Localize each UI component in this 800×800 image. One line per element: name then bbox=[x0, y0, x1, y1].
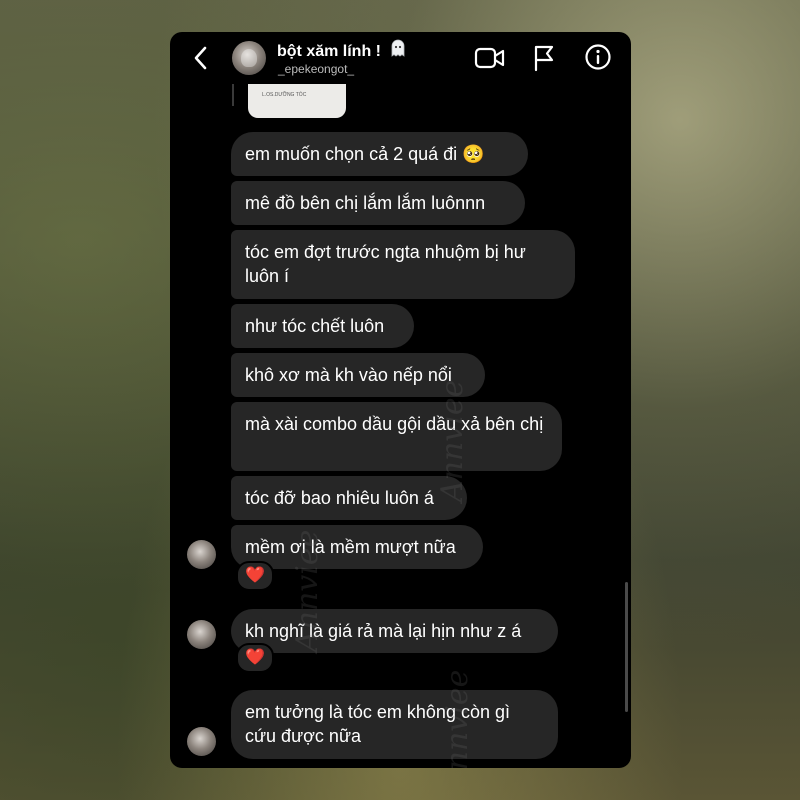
message-bubble[interactable]: như tóc chết luôn bbox=[231, 304, 414, 348]
message-bubble[interactable]: mà xài combo dầu gội dầu xả bên chị bbox=[231, 402, 562, 471]
video-call-icon[interactable] bbox=[474, 46, 506, 70]
message-text: tóc đỡ bao nhiêu luôn á bbox=[245, 488, 434, 508]
heart-reaction-icon[interactable]: ❤️ bbox=[236, 643, 274, 673]
message-bubble[interactable]: em muốn chọn cả 2 quá đi 🥺 bbox=[231, 132, 528, 176]
ghost-emoji-icon bbox=[392, 39, 405, 57]
flag-icon[interactable] bbox=[532, 44, 556, 72]
sender-avatar[interactable] bbox=[187, 620, 216, 649]
back-arrow-icon[interactable] bbox=[190, 44, 212, 72]
message-text: mềm ơi là mềm mượt nữa bbox=[245, 537, 456, 557]
info-icon[interactable] bbox=[584, 43, 612, 71]
message-bubble[interactable]: khô xơ mà kh vào nếp nổi bbox=[231, 353, 485, 397]
chat-header: bột xăm lính ! _epekeongot_ bbox=[170, 32, 631, 84]
shared-image-caption: L.OS.DƯỠNG TÓC bbox=[262, 92, 307, 98]
sender-avatar[interactable] bbox=[187, 727, 216, 756]
message-bubble[interactable]: em tưởng là tóc em không còn gì cứu được… bbox=[231, 690, 558, 759]
message-text: như tóc chết luôn bbox=[245, 316, 385, 336]
message-bubble[interactable]: mê đồ bên chị lắm lắm luônnn bbox=[231, 181, 525, 225]
message-text: em tưởng là tóc em không còn gì cứu được… bbox=[245, 702, 510, 746]
message-text: mà xài combo dầu gội dầu xả bên chị bbox=[245, 414, 544, 434]
reply-thread-line bbox=[232, 84, 234, 106]
chat-window: bột xăm lính ! _epekeongot_ L.OS.DƯỠNG T… bbox=[170, 32, 631, 768]
message-text: khô xơ mà kh vào nếp nổi bbox=[245, 365, 452, 385]
sender-avatar[interactable] bbox=[187, 540, 216, 569]
message-text: em muốn chọn cả 2 quá đi 🥺 bbox=[245, 144, 485, 164]
contact-name-text: bột xăm lính ! bbox=[277, 43, 381, 60]
scrollbar[interactable] bbox=[625, 582, 628, 712]
heart-reaction-icon[interactable]: ❤️ bbox=[236, 561, 274, 591]
contact-name[interactable]: bột xăm lính ! bbox=[277, 38, 408, 61]
message-bubble[interactable]: tóc em đợt trước ngta nhuộm bị hư luôn í bbox=[231, 230, 575, 299]
contact-avatar[interactable] bbox=[232, 41, 266, 75]
message-bubble[interactable]: tóc đỡ bao nhiêu luôn á bbox=[231, 476, 467, 520]
contact-username: _epekeongot_ bbox=[278, 62, 355, 76]
message-bubble[interactable]: kh nghĩ là giá rả mà lại hịn như z á bbox=[231, 609, 558, 653]
message-bubble[interactable]: mềm ơi là mềm mượt nữa bbox=[231, 525, 483, 569]
message-text: mê đồ bên chị lắm lắm luônnn bbox=[245, 193, 486, 213]
shared-image-preview[interactable]: L.OS.DƯỠNG TÓC bbox=[248, 84, 346, 118]
message-text: tóc em đợt trước ngta nhuộm bị hư luôn í bbox=[245, 242, 526, 286]
message-text: kh nghĩ là giá rả mà lại hịn như z á bbox=[245, 621, 522, 641]
